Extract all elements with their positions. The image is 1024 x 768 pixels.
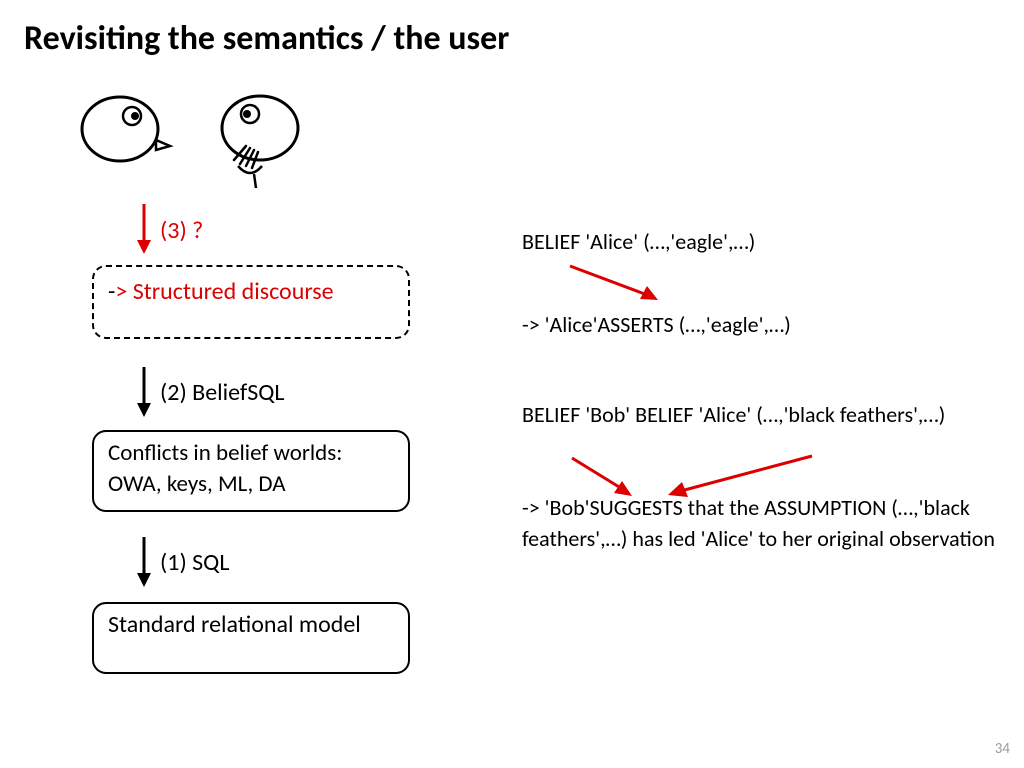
relational-model-box: Standard relational model — [92, 602, 410, 674]
conflicts-box: Conflicts in belief worlds: OWA, keys, M… — [92, 430, 410, 512]
arrow-diag-red-2-icon — [562, 450, 892, 505]
structured-discourse-text: > Structured discourse — [115, 277, 333, 306]
slide-title: Revisiting the semantics / the user — [24, 18, 509, 59]
arrow-down-black-2-icon — [134, 363, 162, 421]
page-number: 34 — [995, 740, 1010, 758]
arrow-diag-red-1-icon — [562, 258, 682, 308]
belief-bob-block: BELIEF 'Bob' BELIEF 'Alice' (…,'black fe… — [522, 400, 1012, 554]
step-3-label: (3) ? — [160, 216, 203, 245]
arrow-down-black-1-icon — [134, 533, 162, 591]
belief-bob-line1: BELIEF 'Bob' BELIEF 'Alice' (…,'black fe… — [522, 400, 1012, 431]
cartoon-faces-icon — [70, 84, 330, 194]
belief-alice-line2: -> 'Alice'ASSERTS (…,'eagle',…) — [522, 308, 1002, 341]
belief-alice-block: BELIEF 'Alice' (…,'eagle',…) -> 'Alice'A… — [522, 225, 1002, 341]
belief-alice-line1: BELIEF 'Alice' (…,'eagle',…) — [522, 225, 1002, 258]
arrow-down-red-icon — [134, 200, 162, 258]
structured-discourse-box: -> Structured discourse — [92, 265, 410, 339]
step-1-label: (1) SQL — [160, 548, 229, 577]
step-2-label: (2) BeliefSQL — [160, 378, 284, 407]
